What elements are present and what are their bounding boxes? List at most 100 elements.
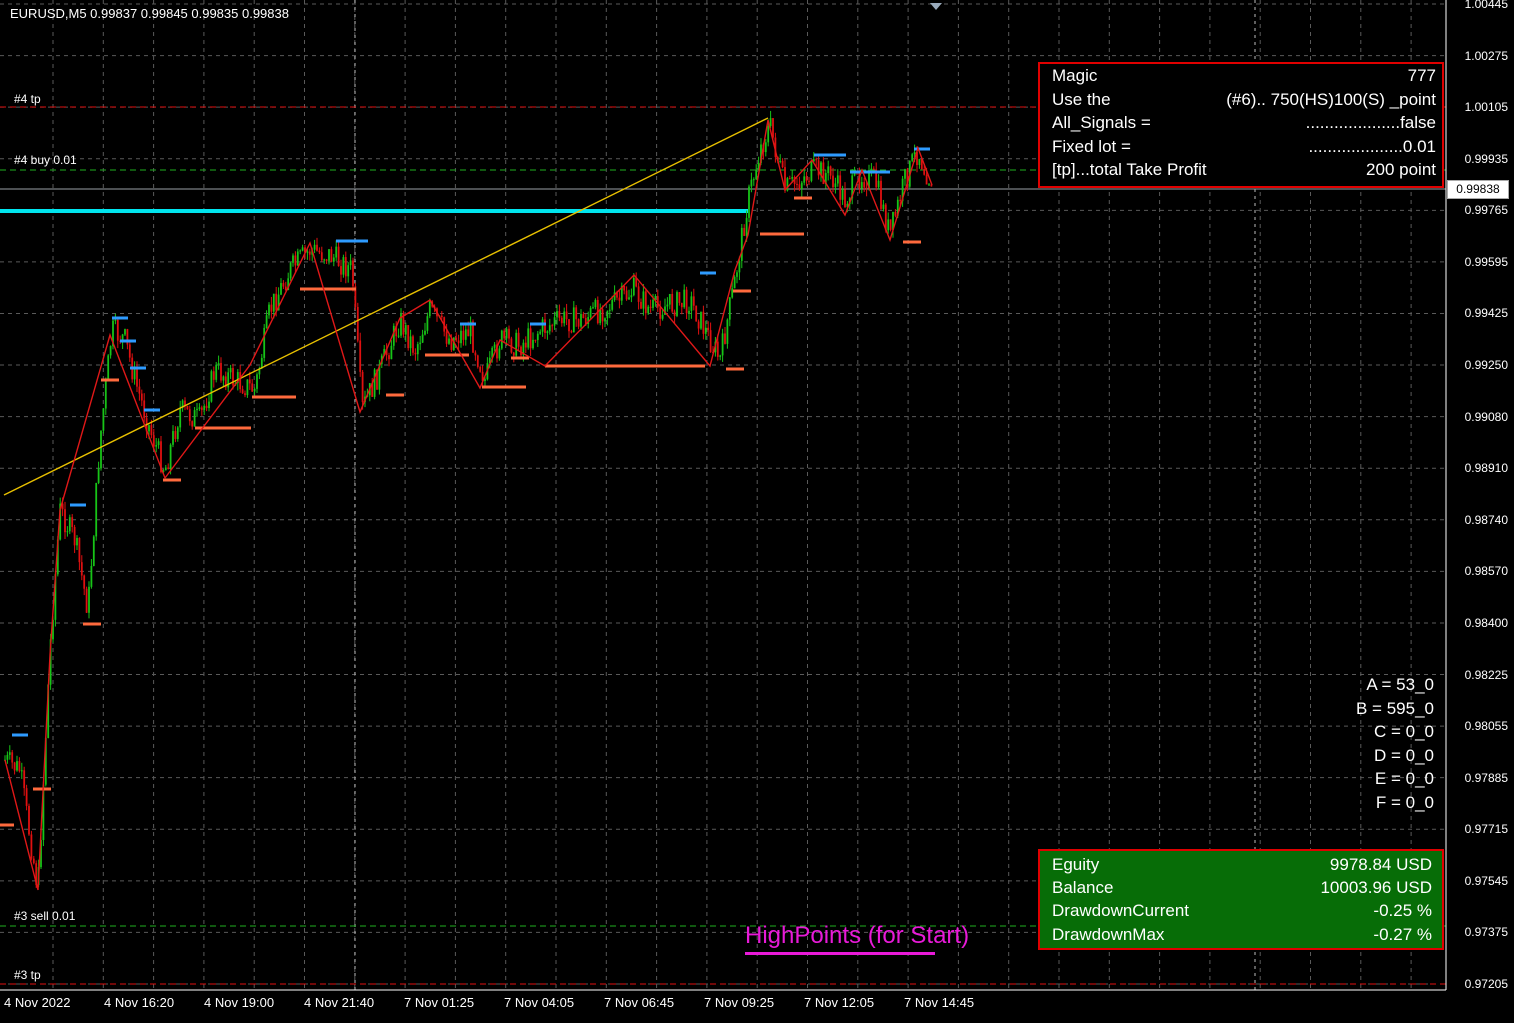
candle-body xyxy=(95,482,98,537)
settings-value: ....................0.01 xyxy=(1308,136,1436,156)
candle-body xyxy=(520,346,522,356)
candle-body xyxy=(462,330,465,340)
settings-value: (#6).. 750(HS)100(S) _point xyxy=(1226,89,1436,109)
candle-body xyxy=(133,368,136,380)
blue-signal-mark xyxy=(130,366,146,370)
candle-body xyxy=(8,752,11,755)
candle-body xyxy=(750,179,753,187)
price-tick-label: 0.99595 xyxy=(1464,254,1508,269)
candle-body xyxy=(412,336,414,353)
time-tick-label: 4 Nov 21:40 xyxy=(304,995,375,1010)
blue-signal-mark xyxy=(112,316,128,320)
candle-body xyxy=(457,340,460,344)
candle-body xyxy=(472,321,474,353)
current-price-badge: 0.99838 xyxy=(1447,180,1509,199)
orange-signal-mark xyxy=(545,364,705,368)
candle-body xyxy=(71,517,74,527)
time-tick-label: 4 Nov 2022 xyxy=(4,995,71,1010)
candle-body xyxy=(390,345,393,360)
blue-signal-mark xyxy=(700,271,716,275)
candle-body xyxy=(316,244,318,251)
candle-body xyxy=(18,761,21,772)
candle-body xyxy=(90,566,93,587)
candle-body xyxy=(13,762,16,771)
candle-body xyxy=(28,805,30,835)
candle-body xyxy=(155,445,158,447)
candle-body xyxy=(186,406,189,410)
candle-body xyxy=(560,317,563,324)
candle-body xyxy=(796,183,798,185)
settings-key: [tp]...total Take Profit xyxy=(1052,160,1207,179)
candle-body xyxy=(215,364,218,380)
candle-body xyxy=(16,761,18,771)
candle-body xyxy=(683,289,686,308)
signal-counter: B = 595_0 xyxy=(1356,698,1434,718)
candle-body xyxy=(239,372,242,390)
candle-body xyxy=(863,182,866,188)
candle-body xyxy=(80,562,83,576)
price-tick-label: 0.97375 xyxy=(1464,925,1508,940)
price-tick-label: 0.97205 xyxy=(1464,977,1508,991)
time-tick-label: 7 Nov 09:25 xyxy=(704,995,775,1010)
candle-body xyxy=(755,170,758,180)
candle-body xyxy=(212,371,215,380)
candle-body xyxy=(179,407,182,428)
candle-body xyxy=(476,355,479,367)
candle-body xyxy=(676,292,678,316)
candle-body xyxy=(829,166,832,176)
candle-body xyxy=(556,311,558,318)
candle-body xyxy=(642,291,645,309)
candle-body xyxy=(894,211,897,216)
candle-body xyxy=(347,265,350,277)
candle-body xyxy=(666,304,669,307)
candle-body xyxy=(409,336,412,349)
candle-body xyxy=(661,314,664,319)
candle-body xyxy=(815,159,818,161)
candle-body xyxy=(625,290,628,300)
candle-body xyxy=(832,175,834,188)
time-tick-label: 4 Nov 19:00 xyxy=(204,995,275,1010)
candle-body xyxy=(11,752,14,763)
candle-body xyxy=(6,754,9,760)
candle-body xyxy=(208,401,210,409)
candle-body xyxy=(64,509,66,533)
candle-body xyxy=(407,325,410,349)
candle-body xyxy=(536,333,539,341)
candle-body xyxy=(23,770,26,789)
candle-body xyxy=(652,299,654,308)
settings-row: [tp]...total Take Profit 200 point xyxy=(1052,160,1436,183)
signal-counter: D = 0_0 xyxy=(1373,745,1434,765)
candle-body xyxy=(373,369,376,397)
candle-body xyxy=(779,160,782,162)
candle-body xyxy=(97,468,100,483)
account-key: Balance xyxy=(1052,878,1114,898)
candle-body xyxy=(460,330,462,344)
candle-body xyxy=(551,325,554,327)
candle-body xyxy=(263,327,266,358)
account-panel: Eguity 9978.84 USD Balance 10003.96 USD Draw… xyxy=(1038,849,1444,950)
candle-body xyxy=(275,293,278,311)
candle-body xyxy=(169,444,172,470)
candle-body xyxy=(640,301,642,309)
candle-body xyxy=(572,307,575,333)
candle-body xyxy=(860,182,863,189)
candle-body xyxy=(198,407,201,409)
candle-body xyxy=(740,227,743,261)
candle-body xyxy=(539,331,542,334)
candle-body xyxy=(92,536,95,567)
time-tick-label: 7 Nov 06:45 xyxy=(604,995,675,1010)
candle-body xyxy=(589,307,592,318)
account-key: Eguity xyxy=(1052,855,1100,874)
candle-body xyxy=(601,309,604,322)
settings-row: Use the (#6).. 750(HS)100(S) _point xyxy=(1052,90,1436,113)
candle-body xyxy=(419,342,422,345)
candle-body xyxy=(788,178,791,180)
candle-body xyxy=(268,304,270,316)
candle-body xyxy=(253,388,256,392)
price-tick-label: 0.99765 xyxy=(1464,203,1508,218)
highpoints-label: HighPoints (for Start) xyxy=(745,922,970,949)
candle-body xyxy=(352,260,354,287)
candle-body xyxy=(913,152,916,155)
candle-body xyxy=(904,169,906,179)
candle-body xyxy=(637,286,640,302)
